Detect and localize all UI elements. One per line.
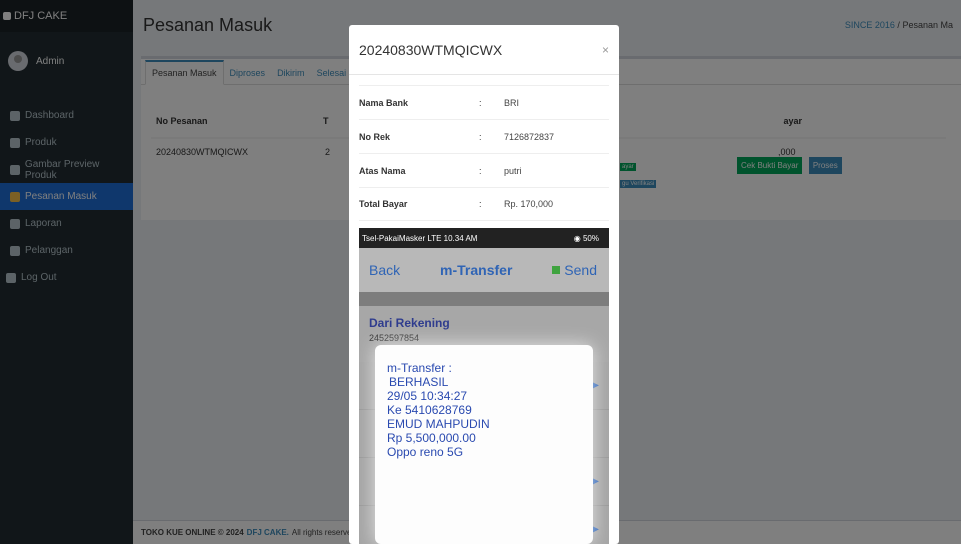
payment-proof-image: Tsel-PakaiMasker LTE 10.34 AM ◉ 50% Back… — [359, 228, 609, 544]
info-label: Total Bayar — [359, 199, 408, 209]
table-row: Atas Nama : putri — [359, 153, 609, 187]
popup-line: Rp 5,500,000.00 — [387, 431, 476, 445]
phone-send-label: Send — [564, 262, 597, 278]
phone-battery: ◉ 50% — [573, 233, 599, 243]
info-separator: : — [479, 199, 482, 209]
info-value: BRI — [504, 97, 520, 108]
phone-from-label: Dari Rekening — [369, 316, 450, 330]
modal-header: 20240830WTMQICWX × — [349, 25, 619, 75]
info-label: No Rek — [359, 131, 391, 142]
info-separator: : — [479, 97, 482, 108]
info-separator: : — [479, 131, 482, 142]
info-separator: : — [479, 165, 482, 176]
info-label: Nama Bank — [359, 97, 409, 108]
info-value: putri — [504, 165, 522, 176]
popup-line: Ke 5410628769 — [387, 403, 472, 417]
close-icon[interactable]: × — [602, 43, 609, 57]
phone-title: m-Transfer — [440, 262, 513, 278]
phone-nav-bar: Back m-Transfer Send — [359, 248, 609, 292]
phone-back: Back — [369, 262, 401, 278]
info-value: 7126872837 — [504, 131, 555, 142]
send-icon — [552, 266, 561, 274]
table-row: Total Bayar : Rp. 170,000 — [359, 187, 609, 221]
table-row: No Rek : 7126872837 — [359, 119, 609, 153]
info-value: Rp. 170,000 — [504, 199, 554, 209]
modal-title: 20240830WTMQICWX — [359, 41, 503, 58]
phone-carrier: Tsel-PakaiMasker LTE 10.34 AM — [362, 233, 478, 243]
table-row: Nama Bank : BRI — [359, 85, 609, 119]
phone-divider — [359, 292, 609, 306]
popup-line: m-Transfer : — [387, 361, 452, 375]
phone-from-value: 2452597854 — [369, 333, 420, 343]
popup-line: EMUD MAHPUDIN — [387, 417, 490, 431]
payment-proof-modal: 20240830WTMQICWX × Nama Bank : BRI No Re… — [349, 25, 619, 544]
popup-line: Oppo reno 5G — [387, 445, 464, 459]
transfer-success-popup: m-Transfer : BERHASIL 29/05 10:34:27 Ke … — [375, 345, 593, 544]
popup-line: 29/05 10:34:27 — [387, 389, 468, 403]
popup-line: BERHASIL — [389, 375, 449, 389]
payment-info-table: Nama Bank : BRI No Rek : 7126872837 Atas… — [349, 75, 619, 221]
phone-send: Send — [552, 262, 597, 278]
phone-status-bar: Tsel-PakaiMasker LTE 10.34 AM ◉ 50% — [359, 228, 609, 248]
info-label: Atas Nama — [359, 165, 406, 176]
